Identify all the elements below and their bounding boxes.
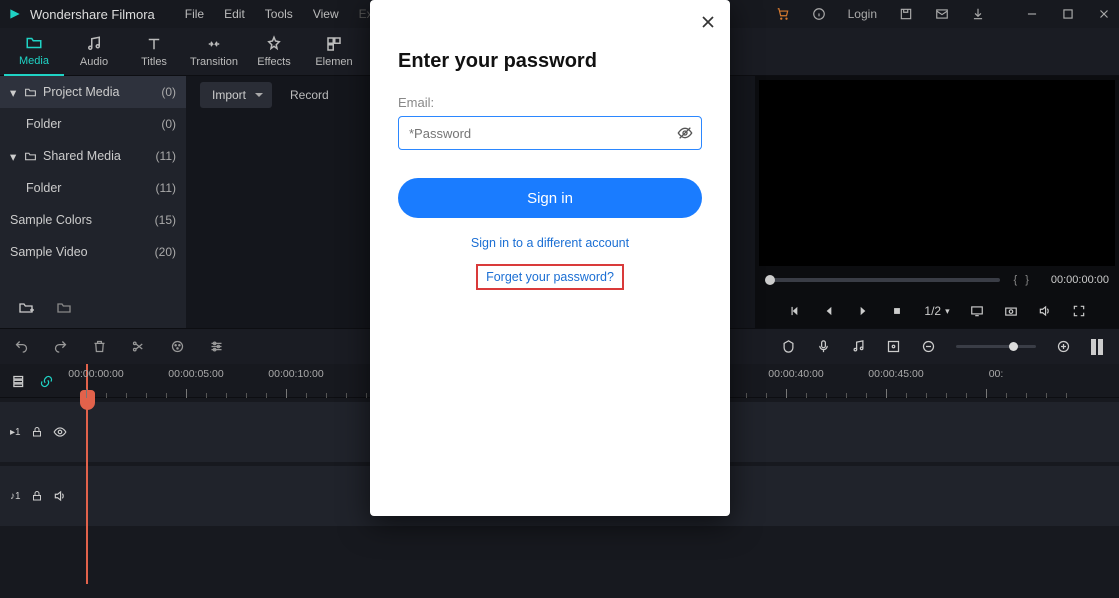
sidebar-item-count: (20) (155, 245, 176, 259)
forgot-password-link[interactable]: Forget your password? (476, 264, 624, 290)
menu-edit[interactable]: Edit (224, 7, 245, 21)
mark-in-icon[interactable]: { (1014, 274, 1026, 286)
adjust-icon[interactable] (209, 339, 224, 354)
info-icon[interactable] (812, 7, 826, 21)
sidebar-item-sample-colors[interactable]: Sample Colors (15) (0, 204, 186, 236)
display-icon[interactable] (970, 304, 984, 318)
undo-icon[interactable] (14, 339, 29, 354)
music-note-icon[interactable] (851, 339, 866, 354)
tab-transition-label: Transition (190, 56, 238, 68)
maximize-icon[interactable] (1061, 7, 1075, 21)
mic-icon[interactable] (816, 339, 831, 354)
zoom-slider[interactable] (956, 345, 1036, 348)
modal-title: Enter your password (398, 50, 702, 73)
redo-icon[interactable] (53, 339, 68, 354)
eye-icon[interactable] (53, 425, 67, 439)
speaker-icon[interactable] (53, 489, 67, 503)
app-name: Wondershare Filmora (30, 7, 155, 22)
sidebar-item-count: (11) (156, 181, 176, 195)
login-button[interactable]: Login (848, 7, 877, 21)
mail-icon[interactable] (935, 7, 949, 21)
split-icon[interactable] (131, 339, 146, 354)
track-manage-icon[interactable] (12, 374, 27, 389)
lock-icon[interactable] (31, 426, 43, 438)
sidebar-item-shared-media[interactable]: ▾Shared Media (11) (0, 140, 186, 172)
menu-view[interactable]: View (313, 7, 339, 21)
lock-icon[interactable] (31, 490, 43, 502)
tab-transition[interactable]: Transition (184, 28, 244, 76)
menu-tools[interactable]: Tools (265, 7, 293, 21)
sidebar-item-project-media[interactable]: ▾Project Media (0) (0, 76, 186, 108)
menu-bar: File Edit Tools View Export (185, 7, 394, 21)
email-label: Email: (398, 95, 702, 110)
password-input[interactable] (398, 116, 702, 150)
sidebar-item-label: Sample Colors (10, 213, 92, 227)
sidebar-item-count: (15) (155, 213, 176, 227)
tab-elements[interactable]: Elemen (304, 28, 364, 76)
eye-off-icon[interactable] (677, 125, 693, 141)
tab-media-label: Media (19, 55, 49, 67)
sidebar-item-count: (0) (161, 117, 176, 131)
fullscreen-icon[interactable] (1072, 304, 1086, 318)
volume-icon[interactable] (1038, 304, 1052, 318)
stop-icon[interactable] (890, 304, 904, 318)
audio-track-badge: ♪1 (10, 491, 21, 502)
sidebar-item-folder[interactable]: Folder (11) (0, 172, 186, 204)
folder-icon[interactable] (56, 300, 72, 316)
preview-timecode: 00:00:00:00 (1051, 274, 1109, 286)
preview-panel: {} 00:00:00:00 1/2▾ (755, 76, 1119, 328)
mark-out-icon[interactable]: } (1025, 274, 1037, 286)
close-icon[interactable] (698, 12, 718, 32)
password-modal: Enter your password Email: Sign in Sign … (370, 0, 730, 516)
link-icon[interactable] (39, 374, 54, 389)
tab-elements-label: Elemen (315, 56, 352, 68)
video-track-badge: ▸1 (10, 427, 21, 438)
zoom-out-icon[interactable] (921, 339, 936, 354)
meter-icon (1091, 339, 1105, 355)
sidebar-item-label: Project Media (43, 85, 119, 99)
sidebar-item-count: (0) (161, 85, 176, 99)
download-icon[interactable] (971, 7, 985, 21)
close-window-icon[interactable] (1097, 7, 1111, 21)
crop-icon[interactable] (886, 339, 901, 354)
app-logo-icon (8, 7, 22, 21)
tab-effects[interactable]: Effects (244, 28, 304, 76)
preview-seek-slider[interactable] (765, 278, 1000, 282)
step-back-icon[interactable] (788, 304, 802, 318)
play-back-icon[interactable] (822, 304, 836, 318)
color-icon[interactable] (170, 339, 185, 354)
cart-icon[interactable] (776, 7, 790, 21)
speed-selector[interactable]: 1/2▾ (924, 304, 949, 318)
play-icon[interactable] (856, 304, 870, 318)
snapshot-icon[interactable] (1004, 304, 1018, 318)
save-icon[interactable] (899, 7, 913, 21)
tab-media[interactable]: Media (4, 28, 64, 76)
sidebar-item-count: (11) (156, 149, 176, 163)
sidebar-item-label: Sample Video (10, 245, 88, 259)
signin-button[interactable]: Sign in (398, 178, 702, 218)
delete-icon[interactable] (92, 339, 107, 354)
tab-titles[interactable]: Titles (124, 28, 184, 76)
sidebar-item-label: Folder (26, 117, 61, 131)
tab-audio-label: Audio (80, 56, 108, 68)
sidebar-item-label: Folder (26, 181, 61, 195)
zoom-in-icon[interactable] (1056, 339, 1071, 354)
tab-audio[interactable]: Audio (64, 28, 124, 76)
marker-icon[interactable] (781, 339, 796, 354)
media-sidebar: ▾Project Media (0) Folder (0) ▾Shared Me… (0, 76, 186, 328)
sidebar-item-folder[interactable]: Folder (0) (0, 108, 186, 140)
menu-file[interactable]: File (185, 7, 204, 21)
new-folder-icon[interactable] (18, 300, 34, 316)
record-button[interactable]: Record (282, 88, 337, 102)
sidebar-item-label: Shared Media (43, 149, 121, 163)
minimize-icon[interactable] (1025, 7, 1039, 21)
tab-titles-label: Titles (141, 56, 167, 68)
signin-different-link[interactable]: Sign in to a different account (398, 236, 702, 250)
sidebar-item-sample-video[interactable]: Sample Video (20) (0, 236, 186, 268)
preview-screen (759, 80, 1115, 266)
tab-effects-label: Effects (257, 56, 290, 68)
import-button[interactable]: Import (200, 82, 272, 108)
